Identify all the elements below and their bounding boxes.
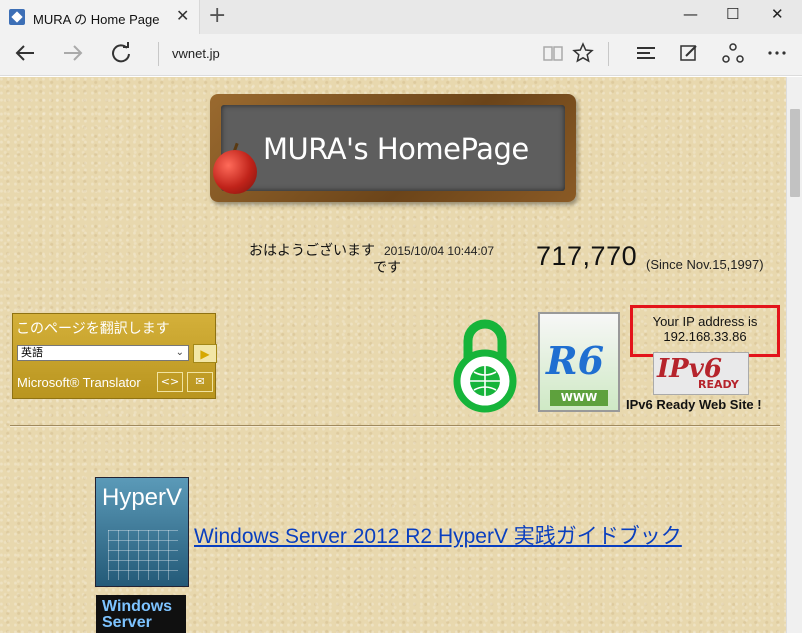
greeting-suffix: です: [373, 260, 401, 276]
translator-language-select[interactable]: 英語 ⌄: [17, 345, 189, 361]
ipv6-www-badge[interactable]: R6 WWW: [538, 312, 620, 412]
back-icon[interactable]: [14, 42, 36, 69]
book2-cover-title: Windows Server: [102, 598, 173, 631]
book-cover-art: [108, 530, 178, 580]
translator-widget: このページを翻訳します 英語 ⌄ ▶ Microsoft® Translator…: [12, 313, 217, 399]
refresh-icon[interactable]: [110, 42, 132, 69]
more-icon[interactable]: [766, 42, 788, 69]
www-badge-label: WWW: [550, 390, 608, 406]
chevron-down-icon: ⌄: [175, 347, 184, 358]
book-cover-title: HyperV: [102, 484, 183, 511]
banner-title: MURA's HomePage: [263, 132, 529, 166]
translator-language: 英語: [21, 346, 43, 359]
ipv6-ready-logo[interactable]: IPv6 READY: [653, 352, 749, 395]
share-icon[interactable]: [722, 42, 744, 69]
ready-logo-text: READY: [698, 378, 739, 391]
translate-go-button[interactable]: ▶: [193, 344, 217, 363]
navigation-bar: vwnet.jp: [0, 34, 802, 76]
title-bar: MURA の Home Page ✕ + — ☐ ✕: [0, 0, 802, 34]
address-divider: [158, 42, 159, 66]
counter-since: (Since Nov.15,1997): [646, 257, 764, 272]
scrollbar-thumb[interactable]: [790, 109, 800, 197]
new-tab-button[interactable]: +: [208, 3, 226, 28]
ip-address-info: Your IP address is 192.168.33.86: [640, 314, 770, 344]
translator-header: このページを翻訳します: [16, 321, 170, 337]
horizontal-divider: [10, 425, 780, 426]
hub-icon[interactable]: [635, 42, 657, 69]
close-window-button[interactable]: ✕: [771, 5, 784, 23]
windows-server-book-cover[interactable]: Windows Server: [96, 595, 186, 633]
web-note-icon[interactable]: [678, 42, 700, 69]
ipv6-ready-caption: IPv6 Ready Web Site !: [626, 397, 762, 412]
embed-code-icon[interactable]: <>: [157, 372, 183, 392]
hyperv-book-link[interactable]: Windows Server 2012 R2 HyperV 実践ガイドブック: [194, 520, 682, 550]
forward-icon[interactable]: [62, 42, 84, 69]
email-icon[interactable]: ✉: [187, 372, 213, 392]
page-viewport: MURA's HomePage おはようございます 2015/10/04 10:…: [0, 77, 786, 633]
favorite-star-icon[interactable]: [572, 42, 594, 69]
ip-value: 192.168.33.86: [663, 329, 747, 344]
minimize-button[interactable]: —: [683, 5, 698, 23]
greeting-text: おはようございます: [249, 243, 375, 259]
ip-label: Your IP address is: [652, 314, 758, 329]
hyperv-book-cover[interactable]: HyperV: [95, 477, 189, 587]
apple-icon: [213, 150, 257, 194]
current-datetime: 2015/10/04 10:44:07: [384, 244, 495, 258]
ipv6-lock-icon[interactable]: [450, 319, 520, 413]
visit-counter: 717,770: [536, 241, 638, 271]
r6-badge-text: R6: [546, 338, 605, 383]
site-favicon-icon: [9, 9, 25, 25]
toolbar-divider: [608, 42, 609, 66]
vertical-scrollbar[interactable]: [786, 77, 802, 633]
maximize-button[interactable]: ☐: [726, 5, 739, 23]
tab-title: MURA の Home Page: [33, 12, 160, 27]
reading-view-icon[interactable]: [542, 42, 564, 69]
translator-brand: Microsoft® Translator: [17, 375, 141, 390]
browser-tab[interactable]: MURA の Home Page ✕: [0, 0, 200, 34]
tab-close-icon[interactable]: ✕: [176, 6, 189, 25]
address-bar[interactable]: vwnet.jp: [172, 46, 220, 61]
